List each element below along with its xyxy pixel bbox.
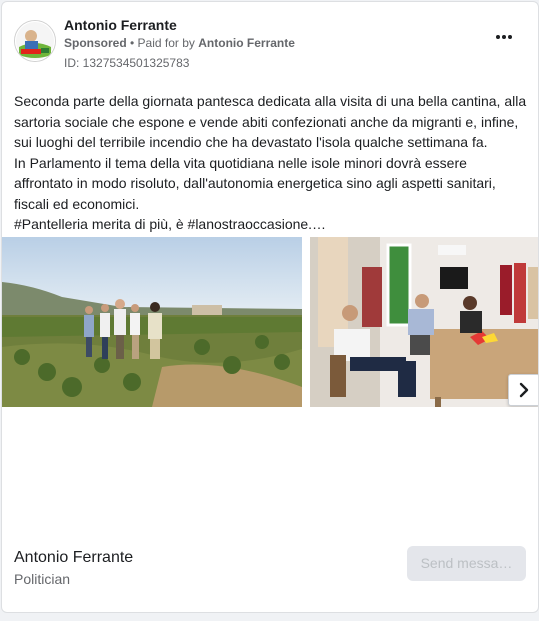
- body-paragraph: In Parlamento il tema della vita quotidi…: [14, 154, 496, 212]
- carousel-next-button[interactable]: [508, 374, 538, 406]
- avatar-image: [15, 21, 55, 61]
- sponsored-label: Sponsored: [64, 36, 127, 50]
- more-horizontal-icon[interactable]: [496, 30, 516, 44]
- paid-for-prefix: • Paid for by: [126, 36, 199, 50]
- paid-for-name: Antonio Ferrante: [198, 36, 295, 50]
- page-name[interactable]: Antonio Ferrante: [64, 17, 177, 33]
- ad-id: ID: 1327534501325783: [64, 56, 190, 70]
- tailoring-photo: [310, 237, 538, 407]
- avatar[interactable]: [14, 20, 56, 62]
- sponsored-line: Sponsored • Paid for by Antonio Ferrante: [64, 36, 295, 50]
- send-message-button[interactable]: Send messa…: [407, 546, 526, 581]
- body-paragraph: Seconda parte della giornata pantesca de…: [14, 93, 527, 150]
- vineyard-photo: [2, 237, 302, 407]
- body-paragraph: #Pantelleria merita di più, è #lanostrao…: [14, 216, 327, 232]
- footer-page-name[interactable]: Antonio Ferrante: [14, 549, 133, 567]
- ad-body-text: Seconda parte della giornata pantesca de…: [14, 91, 528, 235]
- image-carousel: [2, 237, 538, 407]
- ad-header: Antonio Ferrante Sponsored • Paid for by…: [14, 16, 526, 76]
- carousel-image-vineyard[interactable]: [2, 237, 302, 407]
- chevron-right-icon: [519, 382, 529, 398]
- carousel-image-tailoring[interactable]: [310, 237, 538, 407]
- footer-category: Politician: [14, 571, 71, 587]
- ad-card: Antonio Ferrante Sponsored • Paid for by…: [1, 1, 539, 613]
